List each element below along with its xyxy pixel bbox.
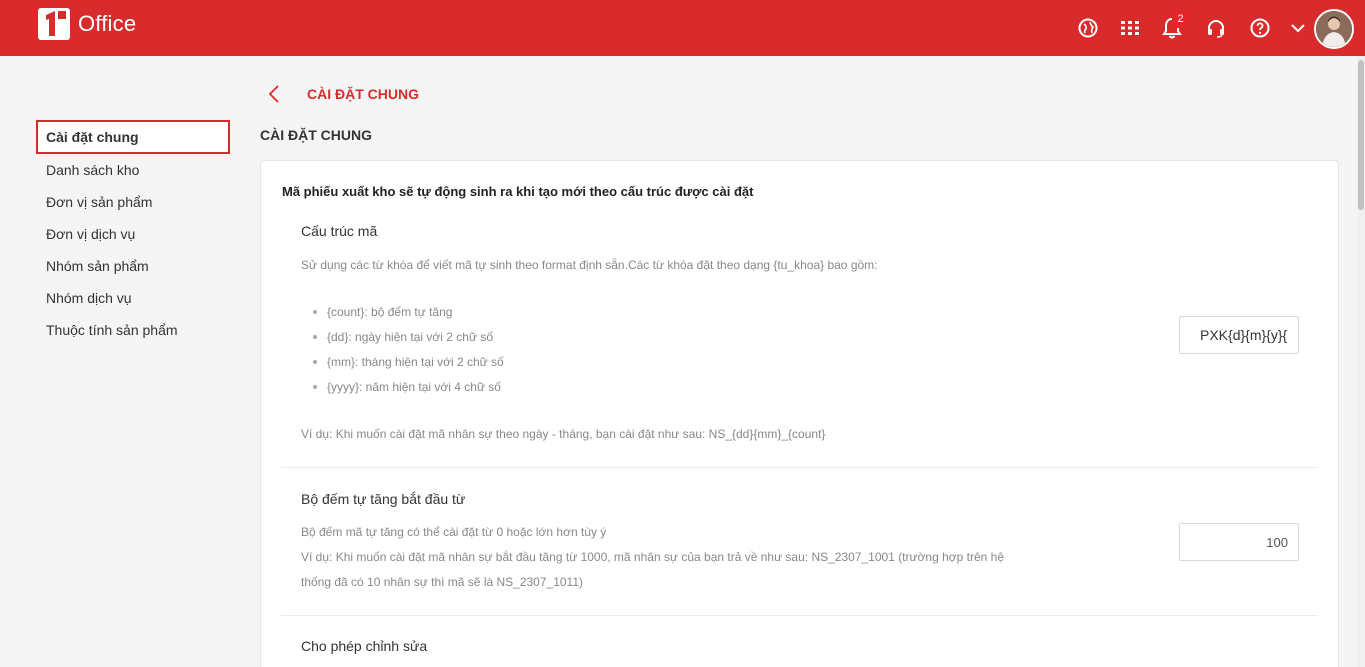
globe-icon[interactable] — [1076, 16, 1100, 40]
sidebar-item-general-settings[interactable]: Cài đặt chung — [36, 120, 230, 154]
code-structure-input[interactable] — [1179, 316, 1299, 354]
top-bar: Office 2 — [0, 0, 1365, 56]
app-logo[interactable]: Office — [36, 6, 136, 42]
counter-example-line-2: thống đã có 10 nhân sự thì mã sẽ là NS_2… — [301, 575, 584, 589]
sidebar-item-product-units[interactable]: Đơn vị sản phẩm — [36, 186, 230, 218]
user-avatar-icon — [1316, 11, 1352, 47]
app-name: Office — [78, 11, 137, 36]
counter-start-label: Bộ đếm tự tăng bắt đầu từ — [301, 491, 466, 507]
settings-sidebar: Cài đặt chung Danh sách kho Đơn vị sản p… — [36, 120, 230, 346]
divider — [281, 615, 1318, 616]
scrollbar-thumb[interactable] — [1358, 60, 1364, 210]
counter-start-input[interactable] — [1179, 523, 1299, 561]
settings-card: Mã phiếu xuất kho sẽ tự động sinh ra khi… — [260, 160, 1339, 667]
code-structure-example: Ví dụ: Khi muốn cài đặt mã nhân sự theo … — [301, 427, 826, 441]
allow-edit-label: Cho phép chỉnh sửa — [301, 638, 428, 654]
sidebar-item-warehouse-list[interactable]: Danh sách kho — [36, 154, 230, 186]
page-scrollbar[interactable] — [1357, 56, 1365, 667]
list-item: {count}: bộ đếm tự tăng — [313, 303, 504, 328]
counter-description: Bộ đếm mã tự tăng có thể cài đặt từ 0 ho… — [301, 525, 607, 539]
divider — [281, 467, 1318, 468]
section-title: CÀI ĐẶT CHUNG — [260, 127, 372, 143]
list-item: {yyyy}: năm hiện tại với 4 chữ số — [313, 378, 504, 403]
card-heading: Mã phiếu xuất kho sẽ tự động sinh ra khi… — [282, 184, 754, 199]
avatar[interactable] — [1314, 9, 1354, 49]
apps-grid-icon[interactable] — [1118, 16, 1142, 40]
sidebar-item-service-groups[interactable]: Nhóm dịch vụ — [36, 282, 230, 314]
code-structure-description: Sử dụng các từ khóa để viết mã tự sinh t… — [301, 258, 878, 272]
sidebar-item-product-groups[interactable]: Nhóm sản phẩm — [36, 250, 230, 282]
sidebar-item-product-attributes[interactable]: Thuộc tính sản phẩm — [36, 314, 230, 346]
chevron-down-icon[interactable] — [1286, 16, 1310, 40]
headset-icon[interactable] — [1204, 16, 1228, 40]
counter-example-line-1: Ví dụ: Khi muốn cài đặt mã nhân sự bắt đ… — [301, 550, 1005, 564]
breadcrumb-title: CÀI ĐẶT CHUNG — [307, 86, 419, 102]
back-arrow-icon[interactable] — [268, 82, 288, 106]
keyword-list: {count}: bộ đếm tự tăng {dd}: ngày hiện … — [313, 303, 504, 403]
sidebar-item-service-units[interactable]: Đơn vị dịch vụ — [36, 218, 230, 250]
help-icon[interactable] — [1248, 16, 1272, 40]
logo-mark-icon — [38, 8, 70, 40]
list-item: {dd}: ngày hiện tại với 2 chữ số — [313, 328, 504, 353]
list-item: {mm}: tháng hiện tại với 2 chữ số — [313, 353, 504, 378]
code-structure-label: Cấu trúc mã — [301, 223, 378, 239]
breadcrumb: CÀI ĐẶT CHUNG — [268, 82, 419, 106]
notification-badge: 2 — [1172, 11, 1189, 28]
